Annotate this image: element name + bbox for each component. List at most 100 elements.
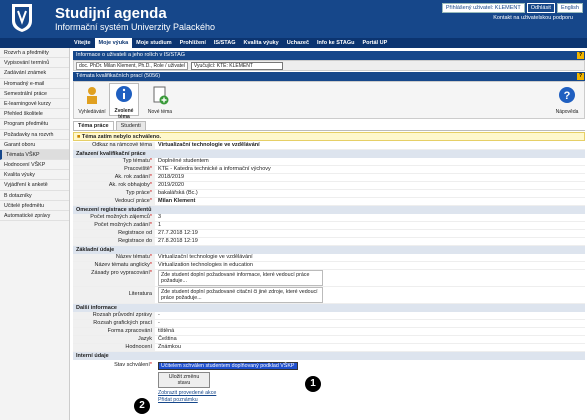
field-label: Forma zpracování <box>73 328 155 335</box>
tab-students[interactable]: Studenti <box>115 121 146 130</box>
main-content: Informace o uživateli a jeho rolích v IS… <box>73 51 585 404</box>
logged-user: Přihlášený uživatel: KLEMENT <box>441 3 525 13</box>
help-icon[interactable]: ? <box>577 52 584 59</box>
help-label: Nápověda <box>555 109 579 115</box>
search-person-icon <box>87 87 97 104</box>
section-heading: Další informace <box>73 304 585 312</box>
sidebar-item[interactable]: Program předmětu <box>0 119 69 130</box>
field-label: Zásady pro vypracování <box>91 270 150 276</box>
new-topic-label: Nové téma <box>147 109 173 115</box>
field-value: 3 <box>158 214 162 220</box>
selected-topic-tool[interactable]: Zvolené téma <box>109 83 139 120</box>
warning-text: Téma zatím nebylo schváleno. <box>81 134 162 140</box>
main-nav: Vítejte Moje výuka Moje studium Prohlíže… <box>0 38 587 48</box>
sidebar-item[interactable]: Hromadný e-mail <box>0 79 69 89</box>
field-label: Registrace do <box>73 238 155 245</box>
nav-welcome[interactable]: Vítejte <box>70 38 95 48</box>
save-status-button[interactable]: Uložit změnu stavu <box>158 372 210 388</box>
field-value: Virtualizační technologie ve vzdělávání <box>158 142 260 148</box>
nav-portal[interactable]: Portál UP <box>359 38 392 48</box>
field-value: - <box>158 320 160 326</box>
field-value: Milan Klement <box>158 198 196 204</box>
field-value: KTE - Katedra technické a informační výc… <box>158 166 271 172</box>
sidebar-item[interactable]: E-learningové kurzy <box>0 99 69 110</box>
field-label: Počet možných zájemců <box>90 214 150 220</box>
field-label: Počet možných zadání <box>94 222 150 228</box>
callout-marker-2: 2 <box>134 398 150 414</box>
sidebar-item[interactable]: Hodnocení VŠKP <box>0 160 69 171</box>
form-row: Odkaz na rámcové téma Virtualizační techn… <box>73 142 585 150</box>
field-label: Registrace od <box>73 230 155 237</box>
tabs: Téma práce Studenti <box>73 121 585 131</box>
sidebar-item[interactable]: Přehled školitele <box>0 109 69 120</box>
field-label: Vedoucí práce <box>114 198 150 204</box>
nav-is-stag[interactable]: IS/STAG <box>210 38 240 48</box>
field-label: Rozsah grafických prací <box>73 320 155 327</box>
field-label: Hodnocení <box>73 344 155 351</box>
sidebar-item[interactable]: Garant oboru <box>0 140 69 150</box>
sidebar-item[interactable]: Automatické zprávy <box>0 211 69 222</box>
field-label: Odkaz na rámcové téma <box>73 142 155 149</box>
tab-topic[interactable]: Téma práce <box>73 121 114 130</box>
nav-my-study[interactable]: Moje studium <box>132 38 175 48</box>
new-topic-tool[interactable]: Nové téma <box>145 85 175 115</box>
field-label: Jazyk <box>73 336 155 343</box>
app-subtitle: Informační systém Univerzity Palackého <box>55 22 216 32</box>
field-label: Pracoviště <box>124 166 150 172</box>
field-value: 27.7.2018 12:19 <box>158 230 198 236</box>
guidelines-textarea[interactable]: Zde student doplní požadované informace,… <box>158 270 323 286</box>
sidebar-item[interactable]: B dotazníky <box>0 191 69 201</box>
callout-marker-1: 1 <box>305 376 321 392</box>
field-label: Typ práce <box>125 190 150 196</box>
field-value: 1 <box>158 222 162 228</box>
field-value: Doplněné studentem <box>158 158 209 164</box>
field-value: 27.8.2018 12:19 <box>158 238 198 244</box>
info-icon <box>116 86 132 102</box>
field-label: Typ tématu <box>122 158 150 164</box>
show-actions-link[interactable]: Zobrazit provedené akce <box>158 390 585 397</box>
selected-topic-label: Zvolené téma <box>114 108 134 120</box>
nav-my-teaching[interactable]: Moje výuka <box>94 38 133 48</box>
sidebar-item[interactable]: Vyjádření k anketě <box>0 180 69 191</box>
section-heading: Zařazení kvalifikační práce <box>73 150 585 158</box>
search-tool-label: Vyhledávání <box>78 109 106 115</box>
sidebar-item-topics[interactable]: Témata VŠKP <box>0 149 69 161</box>
field-value: Známkou <box>158 344 181 350</box>
field-value: Virtualizační technologie ve vzdělávání <box>158 254 253 260</box>
field-value: Čeština <box>158 336 177 342</box>
sidebar-item[interactable]: Rozvrh a předměty <box>0 48 69 59</box>
sidebar-item[interactable]: Zadávání známek <box>0 68 69 79</box>
add-note-link[interactable]: Přidat poznámku <box>158 397 585 404</box>
login-box: Přihlášený uživatel: KLEMENT Odhlásit En… <box>441 3 583 13</box>
search-tool[interactable]: Vyhledávání <box>77 85 107 115</box>
field-label: Literatura <box>73 287 155 303</box>
sidebar-item[interactable]: Učitelé předmětu <box>0 201 69 211</box>
sidebar-item[interactable]: Kvalita výuky <box>0 170 69 181</box>
section-heading: Interní údaje <box>73 352 585 360</box>
field-value: tištěná <box>158 328 175 334</box>
sidebar: Rozvrh a předměty Vypisování termínů Zad… <box>0 48 70 420</box>
logout-button[interactable]: Odhlásit <box>526 3 555 13</box>
section-heading: Omezení registrace studentů <box>73 206 585 214</box>
field-value: - <box>158 312 160 318</box>
topic-form: Odkaz na rámcové téma Virtualizační techn… <box>73 142 585 404</box>
nav-info[interactable]: Info ke STAGu <box>313 38 358 48</box>
literature-textarea[interactable]: Zde student doplní požadované citační či… <box>158 287 323 303</box>
nav-quality[interactable]: Kvalita výuky <box>240 38 283 48</box>
nav-applicant[interactable]: Uchazeč <box>283 38 313 48</box>
warning-message: ■ Téma zatím nebylo schváleno. <box>73 132 585 141</box>
sidebar-item[interactable]: Požadavky na rozvrh <box>0 130 69 140</box>
role-select[interactable]: Vyučující: KTE: KLEMENT <box>190 61 283 70</box>
help-tool[interactable]: ? Nápověda <box>552 85 582 115</box>
new-document-icon <box>153 86 169 105</box>
app-title: Studijní agenda <box>55 5 167 22</box>
user-info-bar: Informace o uživateli a jeho rolích v IS… <box>73 51 585 60</box>
english-button[interactable]: English <box>556 3 583 13</box>
help-icon[interactable]: ? <box>577 73 584 80</box>
contact-link[interactable]: Kontakt na uživatelskou podporu <box>493 15 573 21</box>
sidebar-item[interactable]: Vypisování termínů <box>0 58 69 69</box>
sidebar-item[interactable]: Semestrální práce <box>0 89 69 99</box>
approval-status-select[interactable]: Učitelem schválen studentem doplňovaný p… <box>158 362 298 370</box>
app-header: Studijní agenda Informační systém Univer… <box>0 0 587 38</box>
nav-browse[interactable]: Prohlížení <box>176 38 210 48</box>
